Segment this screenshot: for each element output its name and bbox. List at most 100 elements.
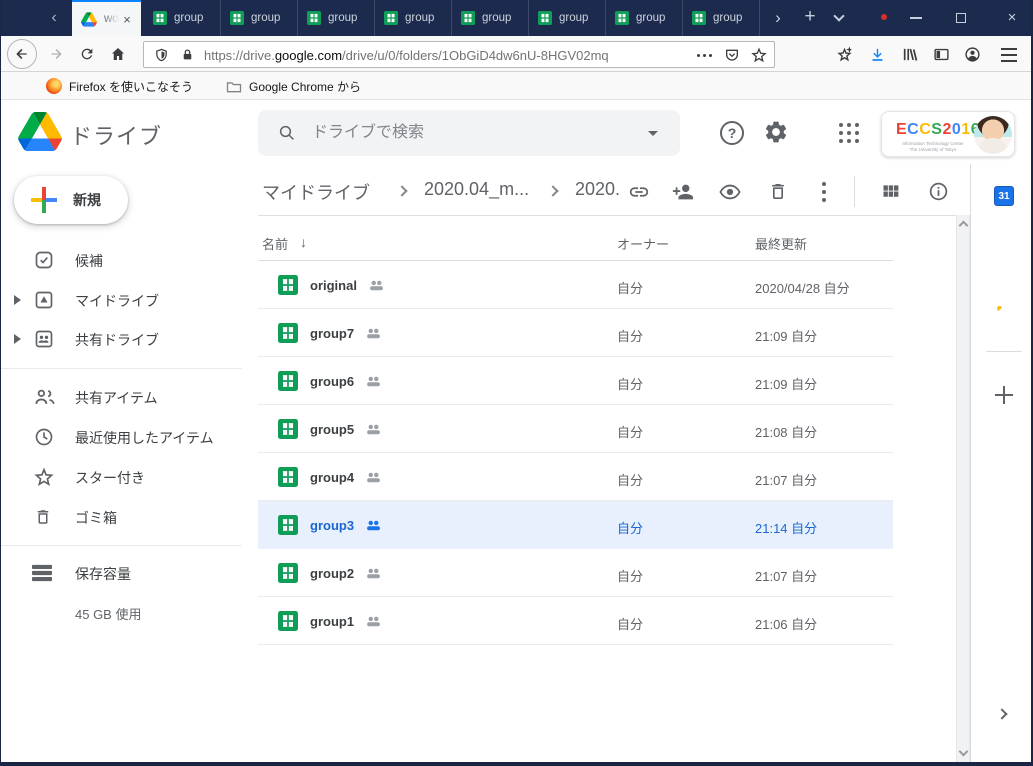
tab-scroll-right-button[interactable]: › [768, 7, 788, 29]
downloads-icon[interactable] [869, 46, 886, 63]
tab-group-2[interactable]: group [221, 0, 298, 36]
bookmarks-menu-icon[interactable] [836, 46, 853, 63]
preview-button[interactable] [719, 183, 741, 201]
tab-group-4[interactable]: group [375, 0, 452, 36]
menu-hamburger-icon[interactable] [1001, 48, 1017, 62]
sort-descending-icon[interactable]: ↓ [300, 234, 307, 250]
tab-group-1[interactable]: group [144, 0, 221, 36]
search-input[interactable] [310, 110, 640, 156]
back-button[interactable] [7, 39, 37, 69]
file-row-group7[interactable]: group7 自分 21:09 自分 [258, 309, 893, 357]
window-close-button[interactable]: × [1003, 9, 1021, 27]
file-row-group5[interactable]: group5 自分 21:08 自分 [258, 405, 893, 453]
sidebar-item-shared-with-me[interactable]: 共有アイテム [0, 377, 242, 417]
tab-group-7[interactable]: group [606, 0, 683, 36]
breadcrumb-item-current[interactable]: 2020. [575, 179, 620, 200]
info-button[interactable] [928, 181, 949, 202]
collapse-panel-button[interactable] [998, 710, 1006, 718]
bookmark-item-firefox[interactable]: Firefox を使いこなそう [46, 72, 193, 100]
sidebar-item-label: 候補 [75, 251, 103, 271]
tab-group-8[interactable]: group [683, 0, 760, 36]
minimize-button[interactable] [910, 17, 922, 19]
trash-icon [768, 180, 788, 203]
grid-view-button[interactable] [880, 181, 901, 202]
file-row-original[interactable]: original 自分 2020/04/28 自分 [258, 261, 893, 309]
settings-button[interactable] [763, 119, 789, 145]
tab-group-3[interactable]: group [298, 0, 375, 36]
tracking-shield-icon[interactable] [154, 47, 169, 63]
tab-scroll-left-button[interactable]: ‹ [44, 8, 64, 28]
file-row-group4[interactable]: group4 自分 21:07 自分 [258, 453, 893, 501]
address-bar[interactable]: https://drive.google.com/drive/u/0/folde… [143, 41, 775, 68]
file-row-group2[interactable]: group2 自分 21:07 自分 [258, 549, 893, 597]
pocket-icon[interactable] [724, 47, 740, 63]
google-apps-button[interactable] [837, 121, 861, 145]
breadcrumb-item-folder[interactable]: 2020.04_m... [424, 179, 529, 200]
get-link-button[interactable] [628, 181, 650, 203]
tab-list-dropdown-icon[interactable] [833, 10, 844, 21]
vertical-scrollbar[interactable] [956, 215, 970, 762]
column-header-owner[interactable]: オーナー [617, 234, 669, 253]
shared-drives-icon [34, 329, 54, 349]
toolbar-divider [854, 176, 855, 207]
home-button[interactable] [110, 46, 126, 62]
maximize-button[interactable] [956, 13, 966, 23]
search-options-dropdown-icon[interactable] [648, 131, 658, 136]
share-button[interactable] [672, 181, 694, 203]
file-row-group6[interactable]: group6 自分 21:09 自分 [258, 357, 893, 405]
tab-title: group [713, 12, 742, 24]
sidebar-item-shared-drives[interactable]: 共有ドライブ [0, 319, 242, 359]
tab-group-5[interactable]: group [452, 0, 529, 36]
account-icon[interactable] [964, 46, 981, 63]
breadcrumb-item-my-drive[interactable]: マイドライブ [262, 179, 370, 205]
sidebar-item-label: ゴミ箱 [75, 508, 117, 528]
more-actions-icon[interactable] [822, 182, 826, 202]
sidebar-item-starred[interactable]: スター付き [0, 457, 242, 497]
sidebar-item-my-drive[interactable]: マイドライブ [0, 280, 242, 320]
calendar-panel-button[interactable]: 31 [994, 186, 1014, 206]
help-button[interactable] [718, 119, 746, 147]
avatar[interactable] [974, 116, 1012, 154]
expand-arrow-icon[interactable] [14, 295, 21, 305]
scroll-up-icon[interactable] [959, 221, 969, 231]
column-header-modified[interactable]: 最終更新 [755, 234, 807, 253]
scroll-down-icon[interactable] [959, 747, 969, 757]
new-tab-button[interactable]: + [799, 6, 821, 28]
file-owner: 自分 [617, 326, 643, 345]
reload-button[interactable] [79, 46, 95, 62]
forward-button[interactable] [48, 46, 64, 62]
tab-close-icon[interactable]: × [119, 12, 135, 28]
sidebar-item-priority[interactable]: 候補 [0, 240, 242, 280]
expand-arrow-icon[interactable] [14, 334, 21, 344]
file-modified: 2020/04/28 自分 [755, 278, 850, 297]
sidebar-item-recent[interactable]: 最近使用したアイテム [0, 417, 242, 457]
sidebar-item-trash[interactable]: ゴミ箱 [0, 497, 242, 537]
remove-button[interactable] [768, 180, 788, 203]
folder-icon [226, 80, 242, 93]
tab-bar: ‹ wo × group group [0, 0, 1033, 36]
file-modified: 21:14 自分 [755, 518, 817, 537]
tab-active-drive[interactable]: wo × [72, 0, 141, 36]
file-row-group3-selected[interactable]: group3 自分 21:14 自分 [258, 501, 893, 549]
new-button[interactable]: 新規 [14, 176, 128, 224]
drive-logo[interactable] [18, 112, 62, 151]
column-header-name[interactable]: 名前 [262, 234, 288, 253]
sheets-file-icon [278, 419, 298, 439]
sidebar-item-storage[interactable]: 保存容量 [0, 553, 242, 593]
file-row-group1[interactable]: group1 自分 21:06 自分 [258, 597, 893, 645]
search-icon[interactable] [278, 124, 296, 142]
shared-people-icon [366, 424, 381, 435]
tab-group-6[interactable]: group [529, 0, 606, 36]
search-box[interactable] [258, 110, 680, 156]
library-icon[interactable] [901, 46, 918, 63]
bookmark-folder-chrome[interactable]: Google Chrome から [226, 72, 361, 100]
shared-people-icon [366, 472, 381, 483]
bookmark-star-icon[interactable] [751, 47, 767, 63]
lock-icon [181, 48, 194, 62]
my-drive-icon [34, 290, 54, 310]
page-actions-icon[interactable] [697, 54, 712, 57]
sidebars-icon[interactable] [933, 46, 950, 63]
account-card[interactable]: ECCS2016 Information Technology Center T… [881, 111, 1015, 157]
file-name: original [310, 278, 357, 293]
navigation-toolbar: https://drive.google.com/drive/u/0/folde… [0, 36, 1033, 72]
